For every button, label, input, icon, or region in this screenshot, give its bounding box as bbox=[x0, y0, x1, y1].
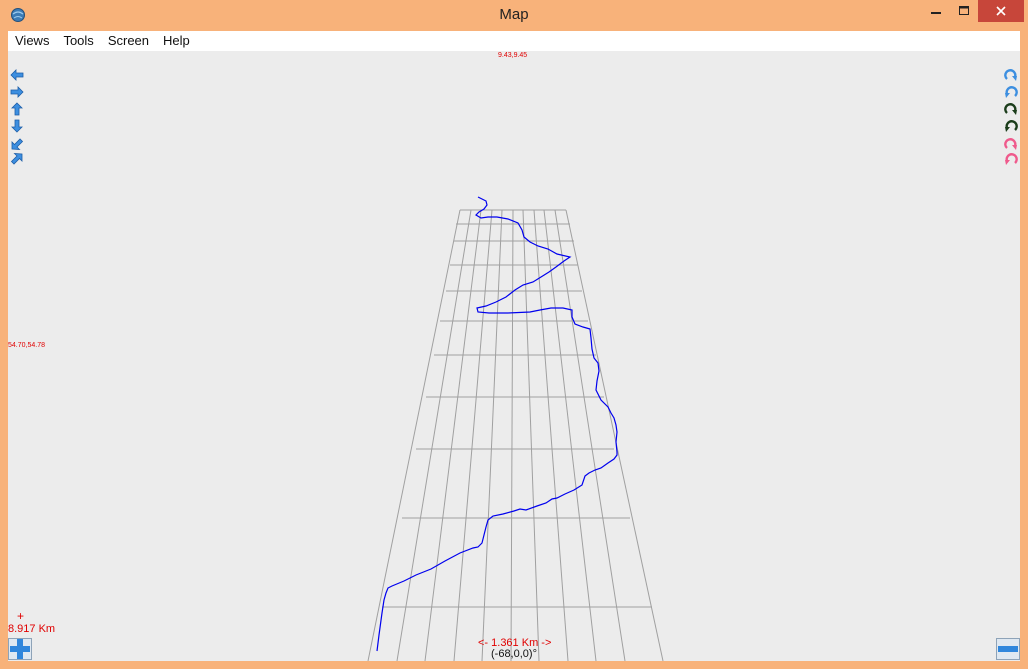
zoom-in-button[interactable] bbox=[8, 638, 32, 660]
menu-help[interactable]: Help bbox=[156, 31, 197, 51]
arrow-down-icon[interactable] bbox=[10, 119, 24, 133]
menu-views[interactable]: Views bbox=[8, 31, 56, 51]
rotate-ccw-blue-icon[interactable] bbox=[1004, 85, 1018, 99]
view-angle-label: (-68,0,0)° bbox=[491, 648, 537, 660]
arrow-diag-up-right-icon[interactable] bbox=[10, 152, 24, 166]
window-title: Map bbox=[499, 6, 529, 23]
rotate-ccw-dark-icon[interactable] bbox=[1004, 119, 1018, 133]
menu-bar: Views Tools Screen Help bbox=[8, 31, 1020, 51]
arrow-diag-down-left-icon[interactable] bbox=[10, 137, 24, 151]
rotate-cw-pink-icon[interactable] bbox=[1004, 137, 1018, 151]
rotate-cw-dark-icon[interactable] bbox=[1004, 102, 1018, 116]
side-coordinate-label: 54.70,54.78 bbox=[8, 342, 45, 349]
zoom-out-button[interactable] bbox=[996, 638, 1020, 660]
maximize-icon bbox=[959, 6, 969, 15]
map-canvas[interactable]: 9.43,9.45 54.70,54.78 + 8.917 Km <- 1.36… bbox=[8, 51, 1020, 661]
perspective-grid bbox=[367, 196, 664, 661]
minimize-icon bbox=[931, 12, 941, 14]
scale-marker: + bbox=[17, 609, 25, 623]
arrow-right-icon[interactable] bbox=[10, 85, 24, 99]
menu-tools[interactable]: Tools bbox=[56, 31, 100, 51]
menu-screen[interactable]: Screen bbox=[101, 31, 156, 51]
arrow-up-icon[interactable] bbox=[10, 102, 24, 116]
arrow-left-icon[interactable] bbox=[10, 68, 24, 82]
maximize-button[interactable] bbox=[951, 0, 978, 22]
vertical-scale-label: 8.917 Km bbox=[8, 623, 56, 635]
close-icon bbox=[996, 6, 1006, 16]
rotate-ccw-pink-icon[interactable] bbox=[1004, 152, 1018, 166]
close-button[interactable] bbox=[978, 0, 1024, 22]
app-window: Map Views Tools Screen Help 9.43,9.45 54… bbox=[0, 0, 1028, 669]
minimize-button[interactable] bbox=[921, 0, 951, 22]
rotate-cw-blue-icon[interactable] bbox=[1004, 68, 1018, 82]
title-bar[interactable]: Map bbox=[0, 0, 1028, 31]
top-coordinate-label: 9.43,9.45 bbox=[498, 52, 528, 59]
